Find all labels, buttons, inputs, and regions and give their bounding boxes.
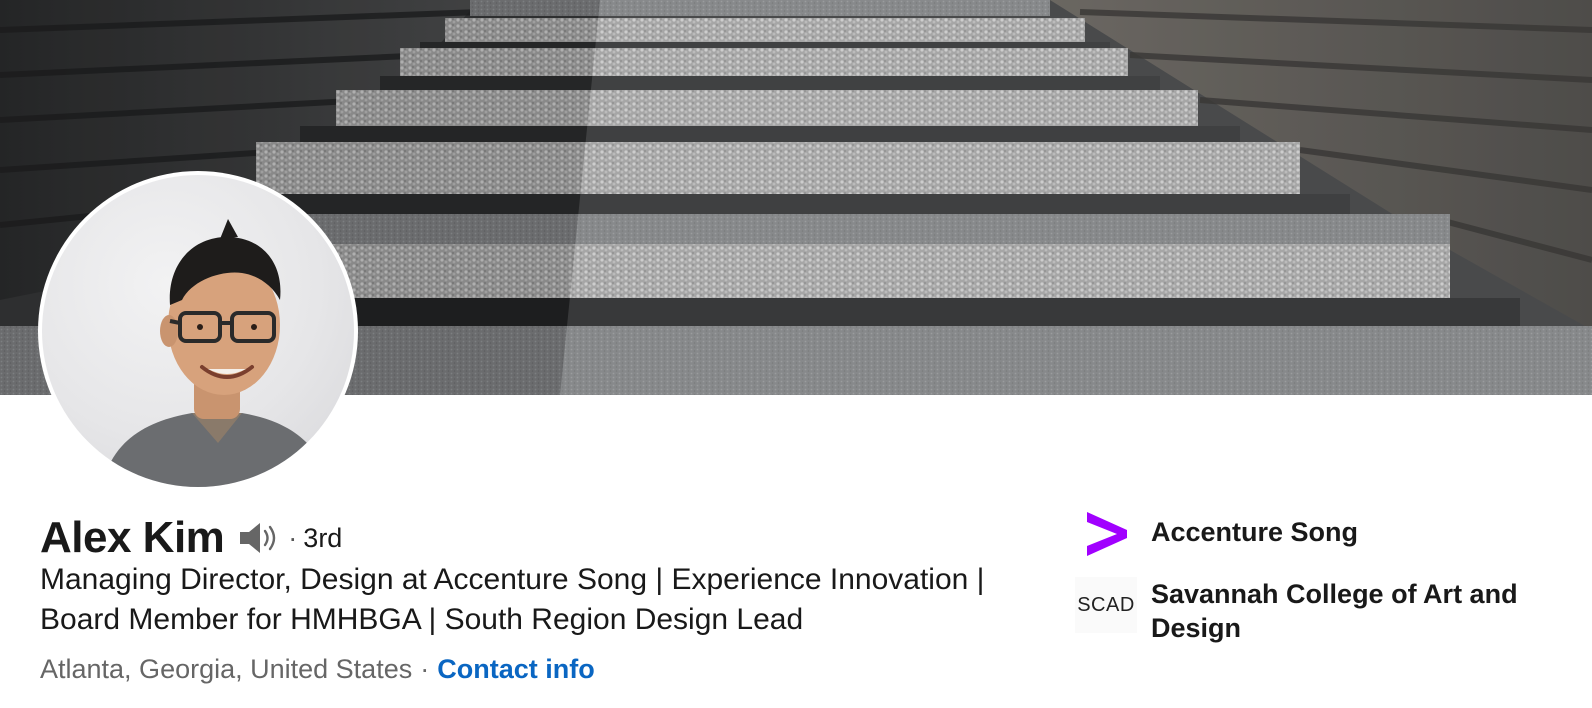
location-separator: · bbox=[420, 654, 430, 684]
contact-info-link[interactable]: Contact info bbox=[437, 654, 594, 685]
top-card-links: Accenture Song SCAD Savannah College of … bbox=[1075, 505, 1575, 645]
degree-separator: · bbox=[288, 522, 298, 553]
location-row: Atlanta, Georgia, United States · Contac… bbox=[40, 654, 595, 685]
profile-top-card: Alex Kim · 3rd Managing Director, Design … bbox=[0, 0, 1592, 708]
profile-headline: Managing Director, Design at Accenture S… bbox=[40, 563, 985, 636]
speaker-icon bbox=[240, 523, 276, 553]
school-logo: SCAD bbox=[1075, 577, 1137, 633]
school-name: Savannah College of Art and Design bbox=[1151, 579, 1518, 643]
pronunciation-button[interactable] bbox=[236, 518, 282, 558]
profile-photo-image bbox=[42, 175, 354, 487]
connection-degree: · 3rd bbox=[288, 523, 342, 554]
degree-label: 3rd bbox=[303, 522, 343, 553]
accenture-chevron-icon bbox=[1087, 512, 1127, 556]
name-row: Alex Kim · 3rd bbox=[40, 510, 342, 566]
profile-name: Alex Kim bbox=[40, 513, 225, 562]
company-name: Accenture Song bbox=[1151, 517, 1359, 547]
current-company-link[interactable]: Accenture Song bbox=[1075, 505, 1575, 561]
education-school-link[interactable]: SCAD Savannah College of Art and Design bbox=[1075, 577, 1575, 645]
profile-photo[interactable] bbox=[38, 171, 358, 491]
company-logo bbox=[1075, 505, 1137, 561]
profile-location: Atlanta, Georgia, United States bbox=[40, 654, 413, 684]
